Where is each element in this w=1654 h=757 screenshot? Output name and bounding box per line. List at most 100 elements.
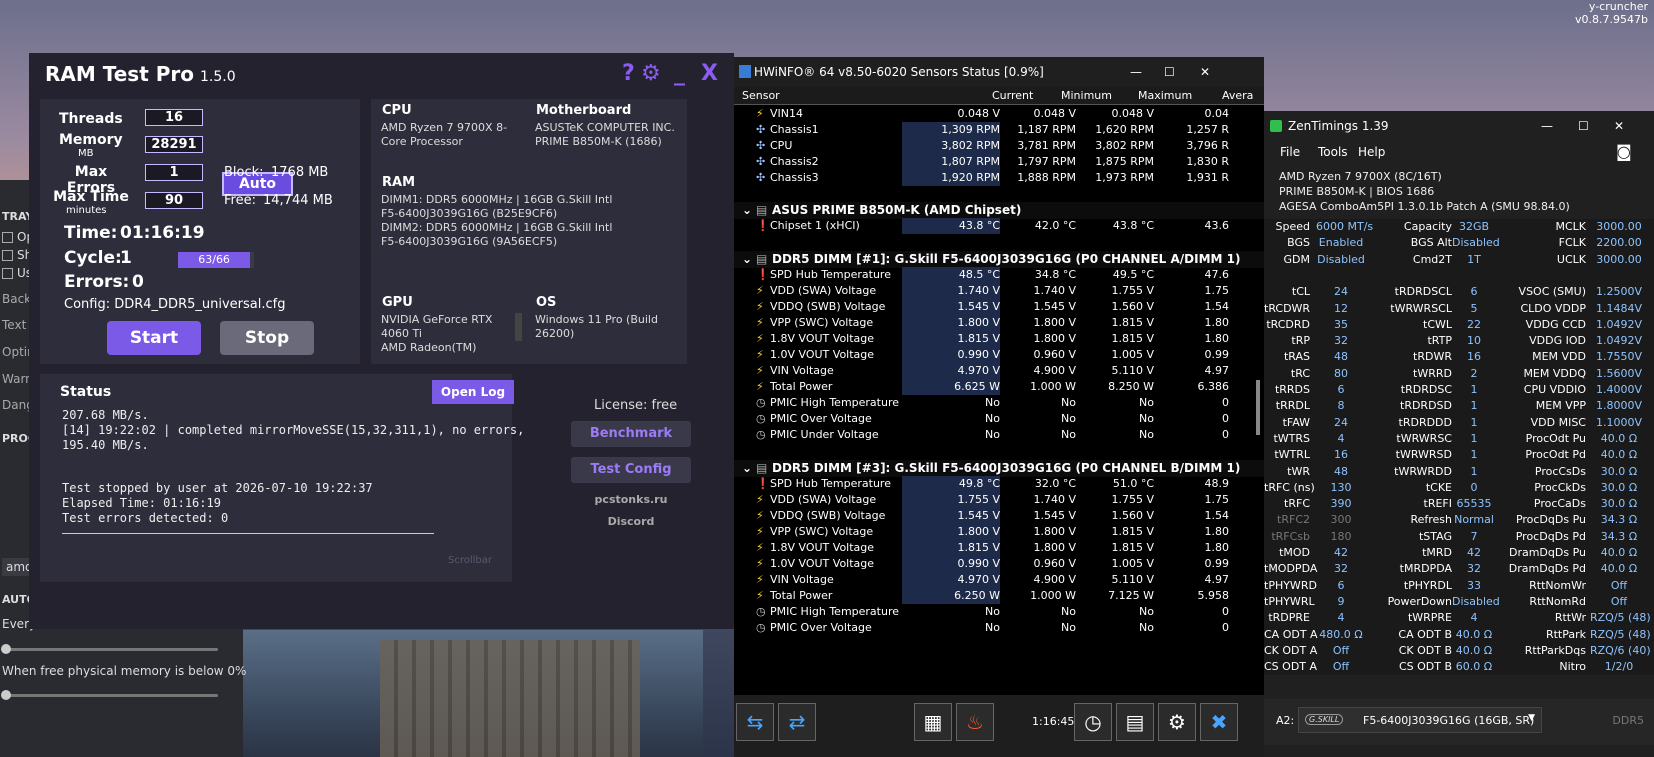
sensor-row[interactable]: ⚡ VDD (SWA) Voltage 1.755 V 1.740 V 1.755 V 1… <box>734 491 1264 509</box>
chevron-down-icon[interactable]: ⌄ <box>742 251 752 267</box>
close-icon[interactable]: ✖ <box>1200 703 1238 741</box>
sensor-row[interactable]: ⚡ VPP (SWC) Voltage 1.800 V 1.800 V 1.815 V 1… <box>734 523 1264 541</box>
sensor-row[interactable]: ❗ Chipset 1 (xHCI) 43.8 °C 42.0 °C 43.8 °C 43… <box>734 218 1264 235</box>
option-3[interactable]: Us <box>2 266 32 280</box>
sensor-row[interactable]: ✣ Chassis1 1,309 RPM 1,187 RPM 1,620 RPM 1,25… <box>734 122 1264 139</box>
benchmark-button[interactable]: Benchmark <box>571 421 691 447</box>
settings-gear-icon[interactable]: ⚙ <box>1158 703 1196 741</box>
timing-label: RttNomWr <box>1529 578 1586 592</box>
col-average[interactable]: Avera <box>1222 89 1253 102</box>
sensor-row[interactable]: ⚡ 1.0V VOUT Voltage 0.990 V 0.960 V 1.005 V 0… <box>734 555 1264 573</box>
timing-label: tCL <box>1291 285 1310 299</box>
sensor-row[interactable]: ⚡ VIN Voltage 4.970 V 4.900 V 5.110 V 4.97 <box>734 572 1264 589</box>
sensor-row[interactable]: ⚡ VDDQ (SWB) Voltage 1.545 V 1.545 V 1.560 V… <box>734 298 1264 316</box>
fan-icon: ✣ <box>756 171 766 185</box>
spacer-row <box>734 235 1264 252</box>
sensor-value: No <box>1061 412 1076 426</box>
collapse-icon[interactable]: ⇄ <box>778 703 816 741</box>
report-icon[interactable]: ▤ <box>1116 703 1154 741</box>
close-icon[interactable]: ✕ <box>1200 57 1210 87</box>
maximize-icon[interactable]: ☐ <box>1164 57 1175 87</box>
sensor-value: 1.800 V <box>902 314 1000 331</box>
sensor-row[interactable]: ✣ Chassis3 1,920 RPM 1,888 RPM 1,973 RPM 1,93… <box>734 170 1264 187</box>
sensor-row[interactable]: ⚡ 1.0V VOUT Voltage 0.990 V 0.960 V 1.005 V 0… <box>734 347 1264 364</box>
col-current[interactable]: Current <box>992 89 1033 102</box>
option-2[interactable]: Sh <box>2 248 32 262</box>
help-icon[interactable]: ? <box>622 61 635 86</box>
sensor-row[interactable]: ◷ PMIC Over Voltage No No No 0 <box>734 411 1264 428</box>
sensor-value: 6.250 W <box>902 588 1000 605</box>
nav-arrows-icon[interactable]: ⇆ <box>736 703 774 741</box>
sensor-row[interactable]: ⚡ VDD (SWA) Voltage 1.740 V 1.740 V 1.755 V 1… <box>734 282 1264 300</box>
sensor-scrollbar[interactable] <box>1256 380 1260 435</box>
section-title: ASUS PRIME B850M-K (AMD Chipset) <box>772 203 1022 218</box>
site-link[interactable]: pcstonks.ru <box>571 493 691 506</box>
sensor-row[interactable]: ✣ CPU 3,802 RPM 3,781 RPM 3,802 RPM 3,796 R <box>734 138 1264 155</box>
minimize-icon[interactable]: _ <box>674 61 685 86</box>
timing-label: BGS <box>1287 236 1310 250</box>
sensor-row[interactable]: ⚡ 1.8V VOUT Voltage 1.815 V 1.800 V 1.815 V 1… <box>734 330 1264 348</box>
threads-input[interactable]: 16 <box>145 109 203 126</box>
close-icon[interactable]: ✕ <box>1614 111 1624 141</box>
sensor-row[interactable]: ⚡ Total Power 6.250 W 1.000 W 7.125 W 5.958 <box>734 588 1264 605</box>
fire-icon[interactable]: ♨ <box>956 703 994 741</box>
menu-file[interactable]: File <box>1280 145 1300 159</box>
start-button[interactable]: Start <box>107 321 201 355</box>
sensor-row[interactable]: ❗ SPD Hub Temperature 49.8 °C 32.0 °C 51.0 °… <box>734 475 1264 493</box>
timing-label: MEM VDDQ <box>1523 366 1586 380</box>
maximize-icon[interactable]: ☐ <box>1578 111 1589 141</box>
sensor-row[interactable]: ⚡ VIN Voltage 4.970 V 4.900 V 5.110 V 4.97 <box>734 363 1264 380</box>
settings-gear-icon[interactable]: ⚙ <box>641 61 661 86</box>
close-icon[interactable]: X <box>701 61 718 86</box>
sensor-row[interactable]: ⚡ VDDQ (SWB) Voltage 1.545 V 1.545 V 1.560 V… <box>734 507 1264 525</box>
camera-icon[interactable]: ◙ <box>1616 142 1632 161</box>
sensor-row[interactable]: ⚡ Total Power 6.625 W 1.000 W 8.250 W 6.386 <box>734 379 1264 396</box>
timing-row: tMOD 42 tMRD 42 DramDqDs Pu 40.0 Ω <box>1264 545 1654 562</box>
menu-help[interactable]: Help <box>1358 145 1385 159</box>
every-slider[interactable] <box>1 644 218 654</box>
sensor-row[interactable]: ◷ PMIC Over Voltage No No No 0 <box>734 620 1264 637</box>
timing-value: 2200.00 <box>1596 236 1642 250</box>
menu-tools[interactable]: Tools <box>1318 145 1348 159</box>
sensor-row[interactable]: ⚡ 1.8V VOUT Voltage 1.815 V 1.800 V 1.815 V 1… <box>734 539 1264 557</box>
scrollbar-label[interactable]: Scrollbar <box>448 555 492 566</box>
max-errors-input[interactable]: 1 <box>145 164 203 181</box>
timing-label: PowerDown <box>1387 594 1452 608</box>
max-time-input[interactable]: 90 <box>145 192 203 209</box>
sensor-value: 5.110 V <box>1111 573 1154 587</box>
sensor-value: 1.545 V <box>1033 508 1076 522</box>
sensor-row[interactable]: ⚡ VIN14 0.048 V 0.048 V 0.048 V 0.04 <box>734 106 1264 123</box>
timing-label: RttNomRd <box>1529 594 1586 608</box>
chevron-down-icon[interactable]: ⌄ <box>742 202 752 218</box>
sensor-section[interactable]: ⌄ ▤ DDR5 DIMM [#1]: G.Skill F5-6400J3039G1… <box>734 250 1264 268</box>
chevron-down-icon[interactable]: ⌄ <box>742 460 752 476</box>
gskill-logo: G.SKILL <box>1305 714 1344 725</box>
discord-link[interactable]: Discord <box>571 515 691 528</box>
col-maximum[interactable]: Maximum <box>1138 89 1192 102</box>
sensor-row[interactable]: ◷ PMIC High Temperature No No No 0 <box>734 395 1264 412</box>
minimize-icon[interactable]: — <box>1130 57 1142 87</box>
clock-icon[interactable]: ◷ <box>1074 703 1112 741</box>
module-dropdown[interactable]: G.SKILL F5-6400J3039G16G (16GB, SR) ▼ <box>1298 707 1542 733</box>
free-mem-slider[interactable] <box>1 690 218 700</box>
memory-input[interactable]: 28291 <box>145 136 203 153</box>
sensor-row[interactable]: ◷ PMIC High Temperature No No No 0 <box>734 604 1264 621</box>
sensor-row[interactable]: ⚡ VPP (SWC) Voltage 1.800 V 1.800 V 1.815 V 1… <box>734 314 1264 332</box>
gpu-scrollbar[interactable] <box>515 313 522 341</box>
sensor-section[interactable]: ⌄ ▤ DDR5 DIMM [#3]: G.Skill F5-6400J3039G1… <box>734 459 1264 477</box>
col-minimum[interactable]: Minimum <box>1061 89 1112 102</box>
fan-icon: ✣ <box>756 123 766 137</box>
sensor-row[interactable]: ◷ PMIC Under Voltage No No No 0 <box>734 427 1264 444</box>
network-icon[interactable]: ▦ <box>914 703 952 741</box>
minimize-icon[interactable]: — <box>1541 111 1553 141</box>
open-log-button[interactable]: Open Log <box>432 380 514 404</box>
sensor-section[interactable]: ⌄ ▤ ASUS PRIME B850M-K (AMD Chipset) <box>734 202 1264 220</box>
test-config-button[interactable]: Test Config <box>571 457 691 483</box>
sensor-row[interactable]: ✣ Chassis2 1,807 RPM 1,797 RPM 1,875 RPM 1,83… <box>734 154 1264 171</box>
sensor-value: 1.800 V <box>1033 540 1076 554</box>
timing-value: RZQ/5 (48) <box>1590 611 1651 625</box>
stop-button[interactable]: Stop <box>220 321 314 355</box>
sensor-row[interactable]: ❗ SPD Hub Temperature 48.5 °C 34.8 °C 49.5 °… <box>734 266 1264 284</box>
sensor-value: 1.75 <box>1204 283 1230 297</box>
col-sensor[interactable]: Sensor <box>742 89 780 102</box>
